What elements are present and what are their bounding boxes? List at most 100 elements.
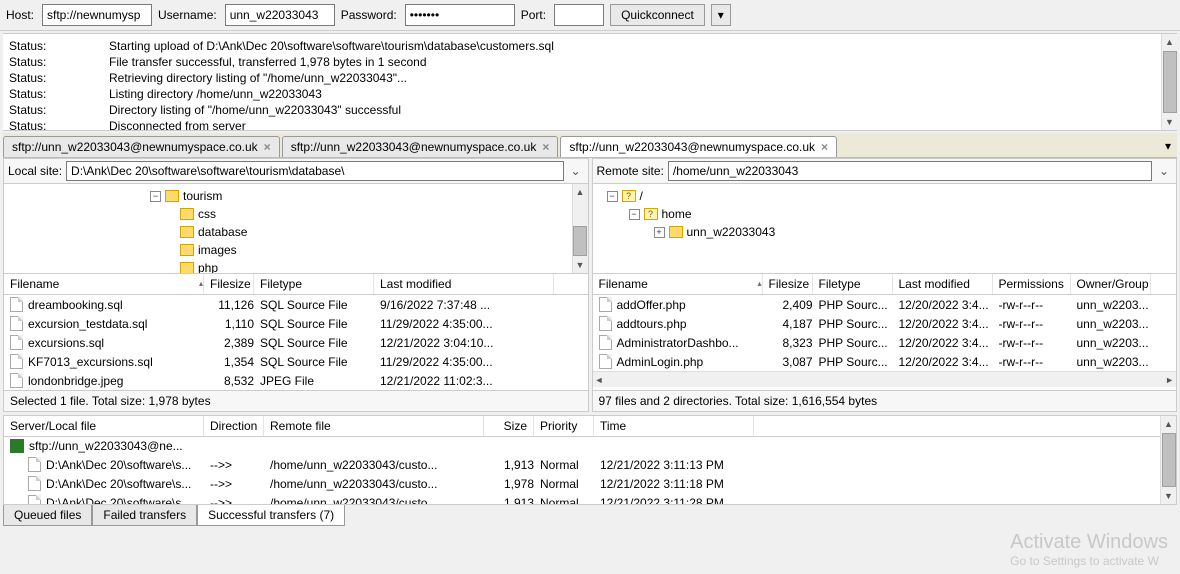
tab-label: sftp://unn_w22033043@newnumyspace.co.uk (291, 140, 537, 154)
folder-icon (180, 208, 194, 220)
folder-icon (180, 262, 194, 274)
local-path-dropdown[interactable]: ⌄ (568, 164, 584, 178)
remote-file-list[interactable]: Filename▴ Filesize Filetype Last modifie… (593, 274, 1177, 390)
tab-label: sftp://unn_w22033043@newnumyspace.co.uk (569, 140, 815, 154)
transfer-row[interactable]: D:\Ank\Dec 20\software\s...-->>/home/unn… (4, 455, 1176, 474)
col-modified[interactable]: Last modified (374, 274, 554, 294)
connection-tab[interactable]: sftp://unn_w22033043@newnumyspace.co.uk × (3, 136, 280, 157)
local-site-label: Local site: (8, 164, 62, 178)
file-row[interactable]: londonbridge.jpeg8,532JPEG File12/21/202… (4, 371, 588, 390)
port-label: Port: (521, 8, 546, 22)
windows-activation-watermark: Activate Windows Go to Settings to activ… (1010, 531, 1168, 568)
tab-label: sftp://unn_w22033043@newnumyspace.co.uk (12, 140, 258, 154)
file-row[interactable]: addOffer.php2,409PHP Sourc...12/20/2022 … (593, 295, 1177, 314)
remote-path-input[interactable] (668, 161, 1152, 181)
file-icon (599, 354, 612, 369)
collapse-icon[interactable]: − (629, 209, 640, 220)
remote-site-label: Remote site: (597, 164, 664, 178)
tree-node[interactable]: css (198, 205, 216, 223)
qcol-server[interactable]: Server/Local file (4, 416, 204, 436)
password-label: Password: (341, 8, 397, 22)
col-filename[interactable]: Filename▴ (4, 274, 204, 294)
folder-icon (180, 244, 194, 256)
log-message: Disconnected from server (109, 118, 246, 131)
col-filename[interactable]: Filename▴ (593, 274, 763, 294)
sort-asc-icon: ▴ (199, 279, 203, 288)
queue-server-row[interactable]: sftp://unn_w22033043@ne... (4, 437, 1176, 455)
chevron-down-icon: ▾ (718, 8, 724, 22)
tabbar-dropdown[interactable]: ▾ (1159, 136, 1177, 157)
qcol-size[interactable]: Size (484, 416, 534, 436)
username-input[interactable] (225, 4, 335, 26)
scroll-down-icon[interactable]: ▼ (1162, 114, 1178, 130)
tab-successful-transfers[interactable]: Successful transfers (7) (197, 505, 345, 526)
tree-node[interactable]: tourism (183, 187, 222, 205)
remote-status: 97 files and 2 directories. Total size: … (593, 390, 1177, 411)
connection-toolbar: Host: Username: Password: Port: Quickcon… (0, 0, 1180, 31)
local-path-input[interactable] (66, 161, 563, 181)
qcol-time[interactable]: Time (594, 416, 754, 436)
file-row[interactable]: excursion_testdata.sql1,110SQL Source Fi… (4, 314, 588, 333)
close-icon[interactable]: × (821, 140, 828, 154)
remote-tree[interactable]: −?/ −?home +unn_w22033043 (593, 184, 1177, 274)
connection-tab[interactable]: sftp://unn_w22033043@newnumyspace.co.uk × (282, 136, 559, 157)
transfer-row[interactable]: D:\Ank\Dec 20\software\s...-->>/home/unn… (4, 474, 1176, 493)
file-row[interactable]: excursions.sql2,389SQL Source File12/21/… (4, 333, 588, 352)
collapse-icon[interactable]: − (607, 191, 618, 202)
transfer-row[interactable]: D:\Ank\Dec 20\software\s...-->>/home/unn… (4, 493, 1176, 505)
folder-icon (669, 226, 683, 238)
file-row[interactable]: AdminLogin.php3,087PHP Sourc...12/20/202… (593, 352, 1177, 371)
file-icon (28, 457, 41, 472)
quickconnect-button[interactable]: Quickconnect (610, 4, 705, 26)
remote-path-dropdown[interactable]: ⌄ (1156, 164, 1172, 178)
unknown-folder-icon: ? (644, 208, 658, 220)
expand-icon[interactable]: + (654, 227, 665, 238)
tab-failed-transfers[interactable]: Failed transfers (92, 505, 197, 526)
local-file-list[interactable]: Filename▴ Filesize Filetype Last modifie… (4, 274, 588, 390)
remote-hscrollbar[interactable]: ◄► (593, 371, 1177, 387)
close-icon[interactable]: × (542, 140, 549, 154)
tab-queued-files[interactable]: Queued files (3, 505, 92, 526)
file-row[interactable]: addtours.php4,187PHP Sourc...12/20/2022 … (593, 314, 1177, 333)
log-message: Listing directory /home/unn_w22033043 (109, 86, 322, 102)
qcol-direction[interactable]: Direction (204, 416, 264, 436)
scroll-thumb[interactable] (1163, 51, 1177, 113)
queue-scrollbar[interactable]: ▲▼ (1160, 416, 1176, 504)
file-row[interactable]: dreambooking.sql11,126SQL Source File9/1… (4, 295, 588, 314)
server-icon (10, 439, 24, 453)
close-icon[interactable]: × (264, 140, 271, 154)
quickconnect-dropdown[interactable]: ▾ (711, 4, 731, 26)
col-filesize[interactable]: Filesize (763, 274, 813, 294)
qcol-remote[interactable]: Remote file (264, 416, 484, 436)
tree-node[interactable]: unn_w22033043 (687, 223, 776, 241)
password-input[interactable] (405, 4, 515, 26)
port-input[interactable] (554, 4, 604, 26)
log-message: Retrieving directory listing of "/home/u… (109, 70, 407, 86)
col-filetype[interactable]: Filetype (813, 274, 893, 294)
col-permissions[interactable]: Permissions (993, 274, 1071, 294)
tree-node[interactable]: database (198, 223, 247, 241)
log-status-label: Status: (9, 70, 109, 86)
connection-tab[interactable]: sftp://unn_w22033043@newnumyspace.co.uk × (560, 136, 837, 157)
col-modified[interactable]: Last modified (893, 274, 993, 294)
tree-node[interactable]: images (198, 241, 237, 259)
tree-node[interactable]: / (640, 187, 643, 205)
scroll-up-icon[interactable]: ▲ (1162, 34, 1178, 50)
local-tree-scrollbar[interactable]: ▲▼ (572, 184, 588, 273)
log-message: File transfer successful, transferred 1,… (109, 54, 427, 70)
col-filesize[interactable]: Filesize (204, 274, 254, 294)
tree-node[interactable]: php (198, 259, 218, 274)
qcol-priority[interactable]: Priority (534, 416, 594, 436)
log-scrollbar[interactable]: ▲ ▼ (1161, 34, 1177, 130)
host-label: Host: (6, 8, 34, 22)
collapse-icon[interactable]: − (150, 191, 161, 202)
file-row[interactable]: AdministratorDashbo...8,323PHP Sourc...1… (593, 333, 1177, 352)
local-pane: Local site: ⌄ − tourism css database imag… (3, 158, 589, 412)
tree-node[interactable]: home (662, 205, 692, 223)
col-owner[interactable]: Owner/Group (1071, 274, 1151, 294)
col-filetype[interactable]: Filetype (254, 274, 374, 294)
host-input[interactable] (42, 4, 152, 26)
local-tree[interactable]: − tourism css database images php ▲▼ (4, 184, 588, 274)
transfer-queue: Server/Local file Direction Remote file … (3, 415, 1177, 505)
file-row[interactable]: KF7013_excursions.sql1,354SQL Source Fil… (4, 352, 588, 371)
